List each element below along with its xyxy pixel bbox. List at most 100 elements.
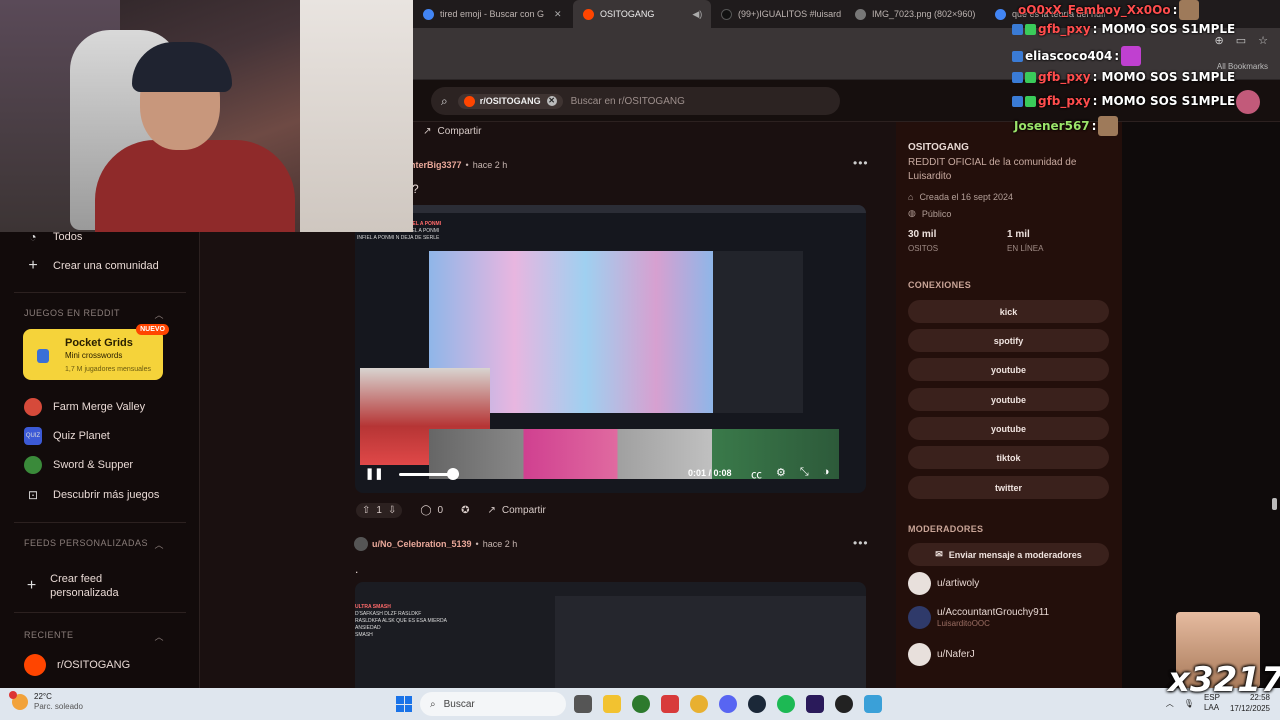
post-author[interactable]: nterBig3377	[410, 160, 462, 170]
taskbar-search-label: Buscar	[443, 698, 475, 710]
spotify-icon[interactable]	[777, 695, 795, 713]
create-feed-button[interactable]: + Crear feed personalizada	[24, 572, 154, 600]
post-title[interactable]: ?	[412, 182, 419, 196]
video-player[interactable]: N DEJA DE SERLE INFIEL A PONMIN DEJA DE …	[355, 205, 866, 493]
browser-tab[interactable]: (99+)IGUALITOS #luisard ✕	[711, 0, 845, 28]
recent-section-header[interactable]: RECIENTE ︿	[24, 630, 164, 643]
award-button[interactable]: ✪	[461, 505, 469, 516]
moderator-item[interactable]: u/NaferJ	[908, 643, 975, 666]
google-icon	[423, 8, 434, 20]
chrome-icon[interactable]	[690, 695, 708, 713]
close-icon[interactable]: ✕	[554, 9, 562, 20]
xbox-icon[interactable]	[632, 695, 650, 713]
speaker-icon[interactable]: ◀)	[692, 9, 702, 20]
share-label: Compartir	[501, 505, 546, 516]
chat-message: : MOMO SOS S1MPLE	[1092, 70, 1236, 84]
windows-start-icon[interactable]	[396, 696, 412, 712]
app-icon[interactable]	[661, 695, 679, 713]
connection-youtube[interactable]: youtube	[908, 388, 1109, 411]
vote-control: ⇧ 1 ⇩	[356, 503, 403, 518]
post-meta: u/No_Celebration_5139 • hace 2 h	[354, 537, 517, 551]
divider	[14, 292, 186, 293]
steam-icon[interactable]	[748, 695, 766, 713]
search-input[interactable]: ⌕ r/OSITOGANG ✕ Buscar en r/OSITOGANG	[431, 87, 840, 115]
sidebar-item-sword-supper[interactable]: Sword & Supper	[24, 456, 133, 474]
members-label: OSITOS	[908, 244, 939, 253]
visibility-label: Público	[921, 208, 952, 219]
notepad-icon[interactable]	[864, 695, 882, 713]
post-options-icon[interactable]: •••	[853, 156, 869, 170]
chat-username: eliascoco404	[1025, 49, 1113, 63]
tab-label: OSITOGANG	[600, 9, 655, 19]
obs-icon[interactable]	[835, 695, 853, 713]
captions-icon[interactable]: ㏄	[751, 466, 762, 482]
browser-tab[interactable]: tired emoji - Buscar con G ✕	[413, 0, 573, 28]
browser-tab-active[interactable]: OSITOGANG ◀) ✕	[573, 0, 711, 28]
moderator-item[interactable]: u/artiwoly	[908, 572, 979, 595]
video-scrubber[interactable]	[447, 468, 459, 480]
discover-games-link[interactable]: ⊡ Descubrir más juegos	[24, 486, 159, 504]
post-author[interactable]: u/No_Celebration_5139	[372, 539, 472, 549]
downvote-icon[interactable]: ⇩	[388, 505, 396, 516]
pause-icon[interactable]: ❚❚	[365, 467, 383, 480]
create-community-button[interactable]: + Crear una comunidad	[24, 257, 158, 275]
badge-icon	[1025, 23, 1036, 35]
chat-message: : MOMO SOS S1MPLE	[1092, 94, 1236, 108]
sun-icon	[9, 691, 28, 710]
comments-button[interactable]: ◯0	[420, 505, 443, 516]
video-chat-overlay: ULTRA SMASH D'SAFKASH DLZF RASLDKF RASLDKF…	[355, 604, 447, 638]
connection-youtube[interactable]: youtube	[908, 358, 1109, 381]
games-section-header[interactable]: JUEGOS EN REDDIT ︿	[24, 308, 164, 321]
subreddit-chip[interactable]: r/OSITOGANG ✕	[457, 93, 563, 109]
author-avatar	[354, 537, 368, 551]
pocket-grids-promo[interactable]: Pocket Grids Mini crosswords 1,7 M jugad…	[23, 324, 169, 380]
sidebar-item-farm-merge-valley[interactable]: Farm Merge Valley	[24, 398, 145, 416]
community-visibility: ◍ Público	[908, 208, 951, 219]
plus-icon: +	[26, 577, 37, 594]
pocket-grids-icon	[37, 349, 49, 363]
fullscreen-icon[interactable]: ⤡	[800, 466, 809, 482]
chat-line: oO0xX_Femboy_Xx0Oo :	[1018, 0, 1200, 20]
file-explorer-icon[interactable]	[603, 695, 621, 713]
moderator-item[interactable]: u/AccountantGrouchy911 LuisarditoOOC	[908, 606, 1049, 629]
reddit-icon	[583, 8, 594, 20]
quiz-planet-icon: QUIZ	[24, 427, 42, 445]
connection-twitter[interactable]: twitter	[908, 476, 1109, 499]
globe-icon: ◍	[908, 208, 916, 218]
google-icon	[995, 8, 1006, 20]
taskbar-search[interactable]: ⌕ Buscar	[420, 692, 566, 716]
community-sidebar: OSITOGANG REDDIT OFICIAL de la comunidad…	[896, 122, 1122, 688]
overlay-counter: x3217	[1168, 660, 1280, 700]
upvote-icon[interactable]: ⇧	[362, 505, 370, 516]
connection-tiktok[interactable]: tiktok	[908, 446, 1109, 469]
scrollbar[interactable]	[1272, 498, 1277, 510]
farm-merge-valley-icon	[24, 398, 42, 416]
post-title[interactable]: .	[355, 562, 358, 576]
browser-tab[interactable]: IMG_7023.png (802×960)	[845, 0, 985, 28]
online-label: EN LÍNEA	[1007, 244, 1044, 253]
discord-icon[interactable]	[719, 695, 737, 713]
connection-kick[interactable]: kick	[908, 300, 1109, 323]
community-created: ⌂ Creada el 16 sept 2024	[908, 192, 1013, 202]
connection-spotify[interactable]: spotify	[908, 329, 1109, 352]
share-button[interactable]: ↗ Compartir	[488, 505, 546, 516]
clear-chip-icon[interactable]: ✕	[546, 96, 557, 106]
connection-youtube[interactable]: youtube	[908, 417, 1109, 440]
tiktok-icon	[721, 8, 732, 20]
sidebar-item-quiz-planet[interactable]: QUIZ Quiz Planet	[24, 427, 110, 445]
volume-icon[interactable]: ◑	[823, 466, 830, 482]
settings-icon[interactable]: ⚙	[776, 466, 786, 482]
task-view-icon[interactable]	[574, 695, 592, 713]
message-mods-button[interactable]: ✉ Enviar mensaje a moderadores	[908, 543, 1109, 566]
share-button[interactable]: ↗ Compartir	[423, 126, 481, 137]
post-options-icon[interactable]: •••	[853, 536, 869, 550]
chat-username: Josener567	[1014, 119, 1090, 133]
created-label: Creada el 16 sept 2024	[919, 192, 1014, 202]
moderator-text: u/AccountantGrouchy911 LuisarditoOOC	[937, 607, 1049, 628]
comment-icon: ◯	[420, 505, 432, 516]
video-player[interactable]: ULTRA SMASH D'SAFKASH DLZF RASLDKF RASLDKF…	[355, 582, 866, 688]
sidebar-item-ositogang[interactable]: r/OSITOGANG	[24, 654, 130, 676]
weather-widget[interactable]: 22°C Parc. soleado	[9, 691, 83, 712]
premiere-icon[interactable]	[806, 695, 824, 713]
feeds-section-header[interactable]: FEEDS PERSONALIZADAS ︿	[24, 538, 164, 551]
